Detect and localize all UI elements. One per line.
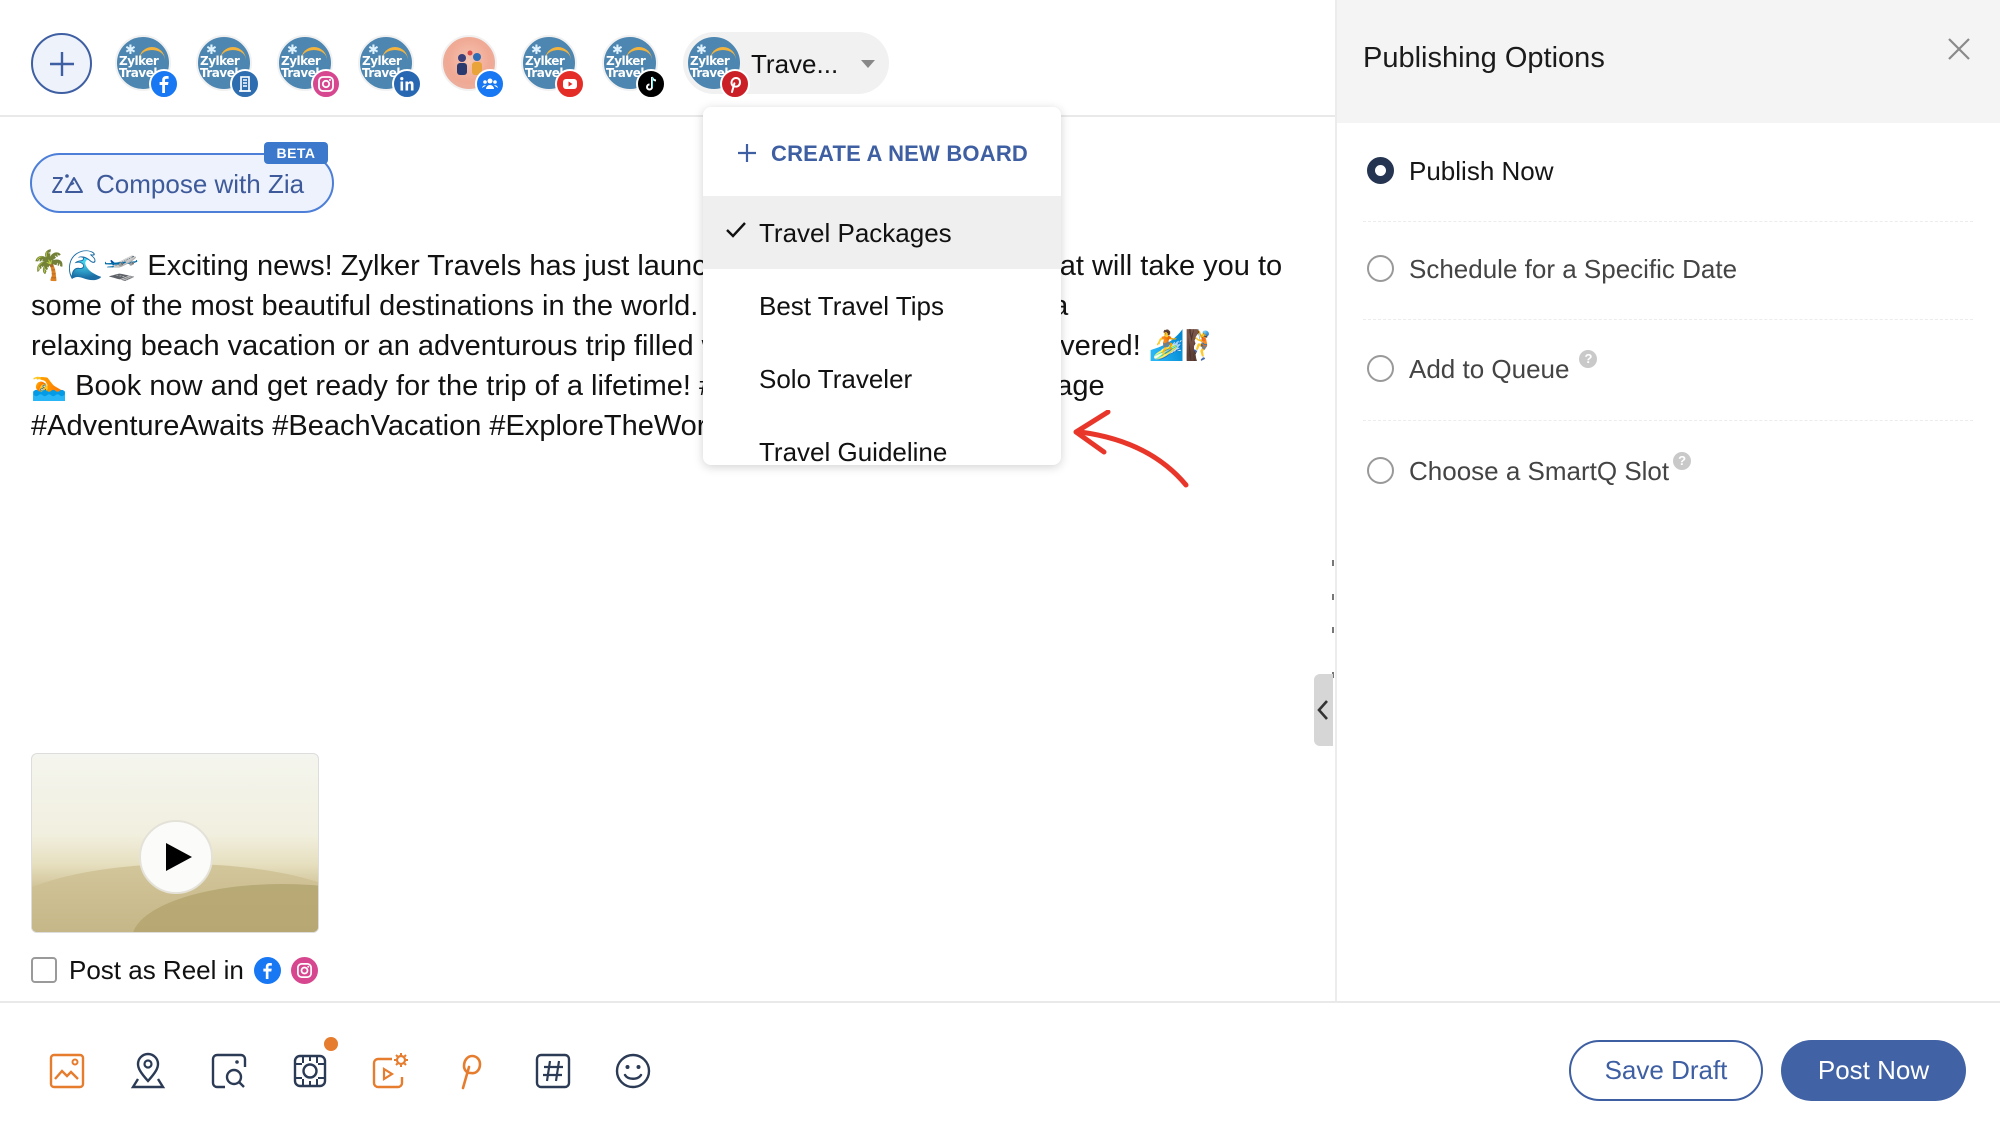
radio-publish-now[interactable] xyxy=(1367,157,1394,184)
post-text-line: some of the most beautiful destinations … xyxy=(31,290,1069,322)
play-icon xyxy=(165,843,192,871)
profile-selector-bar: ✱ Zylker Travel ✱ Zylker Travel ✱ Zylker Travel ✱… xyxy=(0,0,1336,117)
save-draft-button[interactable]: Save Draft xyxy=(1569,1040,1763,1101)
hashtag-icon xyxy=(535,1053,571,1089)
option-separator xyxy=(1363,319,1973,320)
option-schedule-date[interactable]: Schedule for a Specific Date xyxy=(1363,221,1973,319)
board-option[interactable]: Travel Packages xyxy=(703,196,1061,269)
video-settings-button[interactable] xyxy=(370,1051,410,1091)
annotation-arrow-icon xyxy=(1073,410,1189,488)
checkmark-icon xyxy=(726,222,746,238)
post-as-reel-checkbox[interactable] xyxy=(31,957,57,983)
emoji-icon xyxy=(615,1053,651,1089)
option-publish-now[interactable]: Publish Now xyxy=(1363,123,1973,221)
play-button[interactable] xyxy=(139,820,213,894)
notification-dot xyxy=(324,1037,338,1051)
board-option-label: Travel Guideline xyxy=(759,437,948,465)
profile-avatar-facebook-page[interactable]: ✱ Zylker Travel xyxy=(196,35,260,99)
profile-avatar-instagram[interactable]: ✱ Zylker Travel xyxy=(277,35,341,99)
location-pin-icon xyxy=(130,1052,166,1089)
help-icon[interactable]: ? xyxy=(1579,350,1598,368)
help-icon[interactable]: ? xyxy=(1673,452,1692,470)
option-label: Choose a SmartQ Slot? xyxy=(1409,452,1692,487)
profile-avatar-linkedin[interactable]: ✱ Zylker Travel xyxy=(358,35,422,99)
pinterest-icon xyxy=(720,69,750,99)
board-option-label: Best Travel Tips xyxy=(759,291,944,321)
video-gear-icon xyxy=(372,1053,408,1089)
post-as-reel-option: Post as Reel in xyxy=(31,954,318,986)
profile-avatar-youtube[interactable]: ✱ Zylker Travel xyxy=(521,35,585,99)
ai-image-button[interactable] xyxy=(290,1051,330,1091)
radio-smartq-slot[interactable] xyxy=(1367,457,1394,484)
board-option[interactable]: Best Travel Tips xyxy=(703,269,1061,342)
building-icon xyxy=(230,69,260,99)
caret-down-icon xyxy=(861,60,875,68)
beta-badge: BETA xyxy=(264,142,328,164)
option-label: Add to Queue? xyxy=(1409,350,1598,385)
plus-icon xyxy=(49,51,74,76)
plus-icon xyxy=(738,144,756,162)
chevron-left-icon xyxy=(1317,700,1328,720)
option-label: Schedule for a Specific Date xyxy=(1409,254,1738,284)
zia-button-label: Compose with Zia xyxy=(96,169,305,199)
collapse-panel-handle[interactable] xyxy=(1314,674,1333,746)
emoji-button[interactable] xyxy=(613,1051,653,1091)
option-add-to-queue[interactable]: Add to Queue? xyxy=(1363,321,1973,419)
profile-avatar-facebook-group[interactable] xyxy=(441,35,505,99)
post-text-line: 🏊 Book now and get ready for the trip of… xyxy=(31,370,1105,402)
zia-icon xyxy=(52,174,83,193)
board-option[interactable]: Travel Guideline xyxy=(703,415,1061,465)
panel-header: Publishing Options xyxy=(1337,0,2000,123)
youtube-icon xyxy=(555,69,585,99)
post-text-line: relaxing beach vacation or an adventurou… xyxy=(31,330,1222,362)
board-dropdown: CREATE A NEW BOARD Travel Packages Best … xyxy=(703,107,1061,465)
video-thumbnail[interactable] xyxy=(31,753,319,933)
post-composer: ✱ Zylker Travel ✱ Zylker Travel ✱ Zylker Travel ✱… xyxy=(0,0,1336,1134)
board-option[interactable]: Solo Traveler xyxy=(703,342,1061,415)
post-as-reel-label: Post as Reel in xyxy=(69,954,244,985)
divider-mark xyxy=(1332,594,1334,600)
add-image-button[interactable] xyxy=(47,1051,87,1091)
post-text-line: 🌴🌊🛫 Exciting news! Zylker Travels has ju… xyxy=(31,250,1283,282)
facebook-icon xyxy=(253,956,281,984)
facebook-icon xyxy=(149,69,179,99)
hashtag-button[interactable] xyxy=(533,1051,573,1091)
camera-grid-icon xyxy=(293,1054,327,1088)
add-location-button[interactable] xyxy=(128,1051,168,1091)
divider-mark xyxy=(1332,627,1334,633)
post-now-button[interactable]: Post Now xyxy=(1781,1040,1966,1101)
option-label: Publish Now xyxy=(1409,156,1554,186)
option-label-text: Choose a SmartQ Slot xyxy=(1409,456,1670,486)
publishing-options-panel: Publishing Options Publish Now Schedule … xyxy=(1337,0,2000,1001)
profile-avatar-pinterest: ✱ Zylker Travel xyxy=(686,35,750,99)
pinterest-icon xyxy=(461,1054,482,1090)
radio-add-to-queue[interactable] xyxy=(1367,355,1394,382)
board-option-label: Travel Packages xyxy=(759,218,952,248)
search-media-button[interactable] xyxy=(209,1051,249,1091)
create-new-board-label: CREATE A NEW BOARD xyxy=(771,141,1028,166)
option-smartq-slot[interactable]: Choose a SmartQ Slot? xyxy=(1363,423,1973,521)
board-option-label: Solo Traveler xyxy=(759,364,913,394)
add-profile-button[interactable] xyxy=(31,33,92,94)
composer-toolbar: Save Draft Post Now xyxy=(0,1001,2000,1134)
image-search-icon xyxy=(211,1053,247,1089)
panel-title: Publishing Options xyxy=(1363,42,1605,74)
selected-board-label: Trave... xyxy=(751,49,839,79)
image-icon xyxy=(49,1053,85,1089)
profile-avatar-facebook[interactable]: ✱ Zylker Travel xyxy=(115,35,179,99)
profile-avatar-tiktok[interactable]: ✱ Zylker Travel xyxy=(602,35,666,99)
linkedin-icon xyxy=(392,69,422,99)
group-icon xyxy=(475,69,505,99)
radio-schedule-date[interactable] xyxy=(1367,255,1394,282)
divider-mark xyxy=(1332,560,1334,566)
close-icon[interactable] xyxy=(1947,37,1971,61)
tiktok-icon xyxy=(636,69,666,99)
instagram-icon xyxy=(290,956,318,984)
option-separator xyxy=(1363,420,1973,421)
instagram-icon xyxy=(311,69,341,99)
pinterest-options-button[interactable] xyxy=(451,1051,491,1091)
pinterest-board-selector[interactable]: ✱ Zylker Travel Trave... xyxy=(683,32,889,99)
create-new-board-button[interactable]: CREATE A NEW BOARD xyxy=(703,107,1061,196)
option-label-text: Add to Queue xyxy=(1409,354,1570,384)
